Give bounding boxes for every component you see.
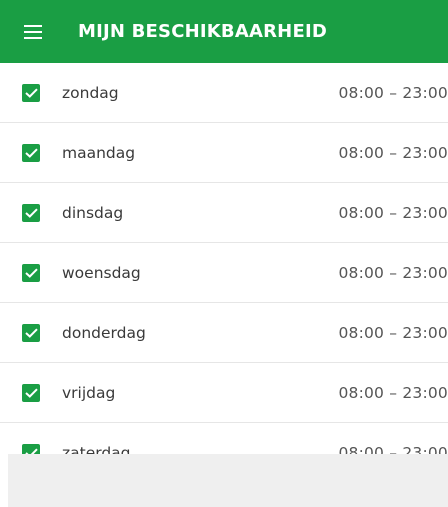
availability-row-donderdag[interactable]: donderdag 08:00 – 23:00: [0, 303, 448, 363]
time-range: 08:00 – 23:00: [338, 323, 448, 342]
availability-row-vrijdag[interactable]: vrijdag 08:00 – 23:00: [0, 363, 448, 423]
day-checkbox[interactable]: [22, 203, 40, 222]
day-checkbox[interactable]: [22, 263, 40, 282]
time-range: 08:00 – 23:00: [338, 83, 448, 102]
app-screen: MIJN BESCHIKBAARHEID zondag 08:00 – 23:0…: [0, 0, 448, 507]
checkmark-icon: [24, 147, 38, 158]
day-label: zondag: [62, 83, 119, 102]
checkmark-icon: [24, 207, 38, 218]
time-range: 08:00 – 23:00: [338, 383, 448, 402]
day-checkbox[interactable]: [22, 383, 40, 402]
bottom-panel: [8, 454, 448, 507]
day-checkbox[interactable]: [22, 83, 40, 102]
availability-row-maandag[interactable]: maandag 08:00 – 23:00: [0, 123, 448, 183]
time-range: 08:00 – 23:00: [338, 263, 448, 282]
checkmark-icon: [24, 267, 38, 278]
day-label: dinsdag: [62, 203, 124, 222]
checkmark-icon: [24, 87, 38, 98]
day-checkbox[interactable]: [22, 323, 40, 342]
availability-row-woensdag[interactable]: woensdag 08:00 – 23:00: [0, 243, 448, 303]
day-label: woensdag: [62, 263, 141, 282]
checkmark-icon: [24, 327, 38, 338]
checkmark-icon: [24, 387, 38, 398]
day-label: maandag: [62, 143, 136, 162]
availability-row-dinsdag[interactable]: dinsdag 08:00 – 23:00: [0, 183, 448, 243]
app-bar: MIJN BESCHIKBAARHEID: [0, 0, 448, 63]
availability-row-zondag[interactable]: zondag 08:00 – 23:00: [0, 63, 448, 123]
menu-button[interactable]: [0, 0, 62, 63]
hamburger-menu-icon: [24, 24, 42, 39]
time-range: 08:00 – 23:00: [338, 203, 448, 222]
page-title: MIJN BESCHIKBAARHEID: [78, 21, 327, 42]
day-checkbox[interactable]: [22, 143, 40, 162]
time-range: 08:00 – 23:00: [338, 143, 448, 162]
day-label: donderdag: [62, 323, 146, 342]
day-label: vrijdag: [62, 383, 116, 402]
availability-list: zondag 08:00 – 23:00 maandag 08:00 – 23:…: [0, 63, 448, 483]
